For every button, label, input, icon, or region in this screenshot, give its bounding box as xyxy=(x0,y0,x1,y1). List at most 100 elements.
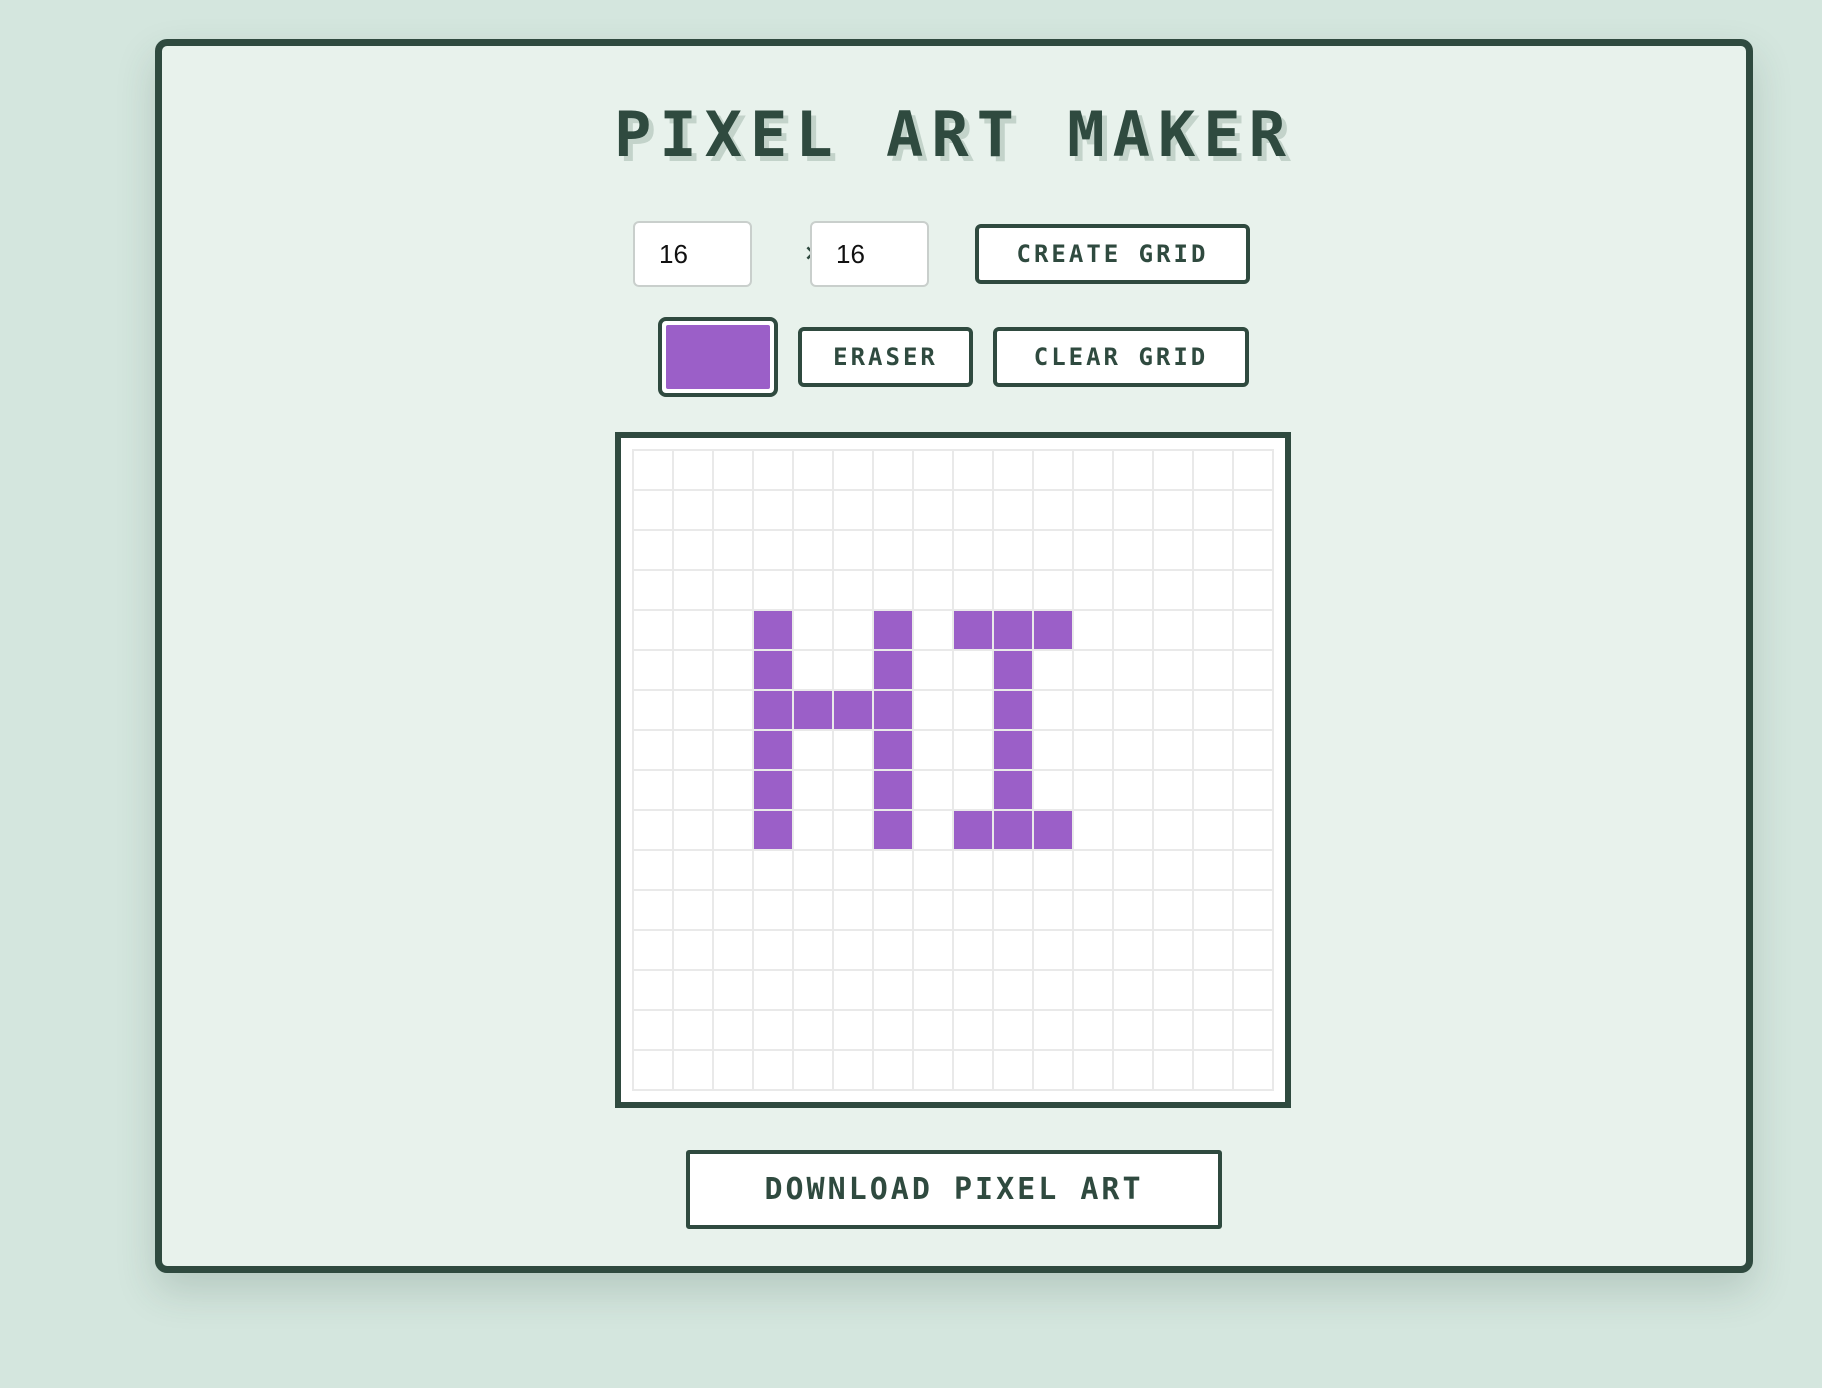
grid-cell[interactable] xyxy=(754,491,792,529)
grid-cell[interactable] xyxy=(754,571,792,609)
grid-cell[interactable] xyxy=(834,531,872,569)
grid-cell[interactable] xyxy=(1034,771,1072,809)
grid-cell[interactable] xyxy=(674,851,712,889)
grid-cell[interactable] xyxy=(1154,811,1192,849)
grid-cell[interactable] xyxy=(1114,811,1152,849)
grid-cell[interactable] xyxy=(874,971,912,1009)
grid-cell[interactable] xyxy=(1074,731,1112,769)
grid-cell[interactable] xyxy=(1154,931,1192,969)
grid-cell[interactable] xyxy=(954,531,992,569)
grid-cell[interactable] xyxy=(1114,971,1152,1009)
grid-cell[interactable] xyxy=(954,931,992,969)
grid-cell[interactable] xyxy=(1114,731,1152,769)
grid-cell[interactable] xyxy=(954,571,992,609)
grid-cell[interactable] xyxy=(1234,611,1272,649)
grid-cell[interactable] xyxy=(874,651,912,689)
grid-cell[interactable] xyxy=(714,971,752,1009)
grid-cell[interactable] xyxy=(1234,531,1272,569)
grid-cell[interactable] xyxy=(1074,931,1112,969)
grid-cell[interactable] xyxy=(1074,771,1112,809)
grid-cell[interactable] xyxy=(634,851,672,889)
grid-cell[interactable] xyxy=(1154,771,1192,809)
grid-cell[interactable] xyxy=(794,651,832,689)
color-picker[interactable] xyxy=(658,317,778,397)
grid-cell[interactable] xyxy=(754,691,792,729)
grid-cell[interactable] xyxy=(954,731,992,769)
grid-cell[interactable] xyxy=(994,891,1032,929)
grid-cell[interactable] xyxy=(1154,651,1192,689)
grid-cell[interactable] xyxy=(1034,811,1072,849)
grid-cell[interactable] xyxy=(1034,531,1072,569)
grid-cell[interactable] xyxy=(874,931,912,969)
grid-cell[interactable] xyxy=(674,811,712,849)
clear-grid-button[interactable]: CLEAR GRID xyxy=(993,327,1249,387)
grid-cell[interactable] xyxy=(1034,891,1072,929)
grid-cell[interactable] xyxy=(794,731,832,769)
grid-cell[interactable] xyxy=(1234,451,1272,489)
grid-cell[interactable] xyxy=(1194,611,1232,649)
grid-cell[interactable] xyxy=(1074,891,1112,929)
grid-cell[interactable] xyxy=(914,611,952,649)
grid-cell[interactable] xyxy=(834,451,872,489)
grid-cell[interactable] xyxy=(1034,971,1072,1009)
grid-cell[interactable] xyxy=(1194,971,1232,1009)
grid-cell[interactable] xyxy=(714,771,752,809)
grid-cell[interactable] xyxy=(914,771,952,809)
grid-cell[interactable] xyxy=(914,1051,952,1089)
grid-cell[interactable] xyxy=(794,971,832,1009)
grid-cell[interactable] xyxy=(954,1051,992,1089)
grid-cell[interactable] xyxy=(874,1051,912,1089)
grid-cell[interactable] xyxy=(1114,891,1152,929)
grid-cell[interactable] xyxy=(1114,531,1152,569)
grid-cell[interactable] xyxy=(874,451,912,489)
grid-cell[interactable] xyxy=(914,731,952,769)
grid-cell[interactable] xyxy=(914,451,952,489)
grid-cell[interactable] xyxy=(1234,771,1272,809)
grid-cell[interactable] xyxy=(1154,731,1192,769)
grid-cell[interactable] xyxy=(954,971,992,1009)
grid-cell[interactable] xyxy=(874,891,912,929)
grid-cell[interactable] xyxy=(794,771,832,809)
grid-cell[interactable] xyxy=(1234,931,1272,969)
grid-cell[interactable] xyxy=(1194,851,1232,889)
grid-cell[interactable] xyxy=(714,811,752,849)
grid-cell[interactable] xyxy=(994,571,1032,609)
grid-cell[interactable] xyxy=(994,1011,1032,1049)
grid-cell[interactable] xyxy=(714,451,752,489)
grid-cell[interactable] xyxy=(1194,651,1232,689)
grid-cell[interactable] xyxy=(1034,571,1072,609)
grid-cell[interactable] xyxy=(1114,571,1152,609)
grid-cell[interactable] xyxy=(954,651,992,689)
grid-cell[interactable] xyxy=(634,971,672,1009)
grid-cell[interactable] xyxy=(874,491,912,529)
grid-cell[interactable] xyxy=(1114,491,1152,529)
grid-cell[interactable] xyxy=(754,1051,792,1089)
create-grid-button[interactable]: CREATE GRID xyxy=(975,224,1250,284)
grid-cell[interactable] xyxy=(994,691,1032,729)
grid-cell[interactable] xyxy=(634,491,672,529)
grid-cell[interactable] xyxy=(954,811,992,849)
grid-cell[interactable] xyxy=(874,811,912,849)
grid-cell[interactable] xyxy=(1194,451,1232,489)
grid-cell[interactable] xyxy=(1194,891,1232,929)
grid-cell[interactable] xyxy=(834,771,872,809)
grid-cell[interactable] xyxy=(994,851,1032,889)
grid-cell[interactable] xyxy=(914,1011,952,1049)
grid-cell[interactable] xyxy=(834,571,872,609)
grid-cell[interactable] xyxy=(754,771,792,809)
grid-cell[interactable] xyxy=(1234,971,1272,1009)
grid-cell[interactable] xyxy=(674,891,712,929)
grid-cell[interactable] xyxy=(634,811,672,849)
grid-cell[interactable] xyxy=(1114,1051,1152,1089)
grid-cell[interactable] xyxy=(634,651,672,689)
grid-cell[interactable] xyxy=(1074,531,1112,569)
grid-cell[interactable] xyxy=(1234,1011,1272,1049)
grid-cell[interactable] xyxy=(994,971,1032,1009)
grid-cell[interactable] xyxy=(1074,811,1112,849)
grid-cell[interactable] xyxy=(794,931,832,969)
grid-cell[interactable] xyxy=(634,931,672,969)
grid-width-input[interactable]: 16 xyxy=(633,221,752,287)
grid-cell[interactable] xyxy=(1194,691,1232,729)
grid-cell[interactable] xyxy=(1154,891,1192,929)
grid-cell[interactable] xyxy=(1074,451,1112,489)
